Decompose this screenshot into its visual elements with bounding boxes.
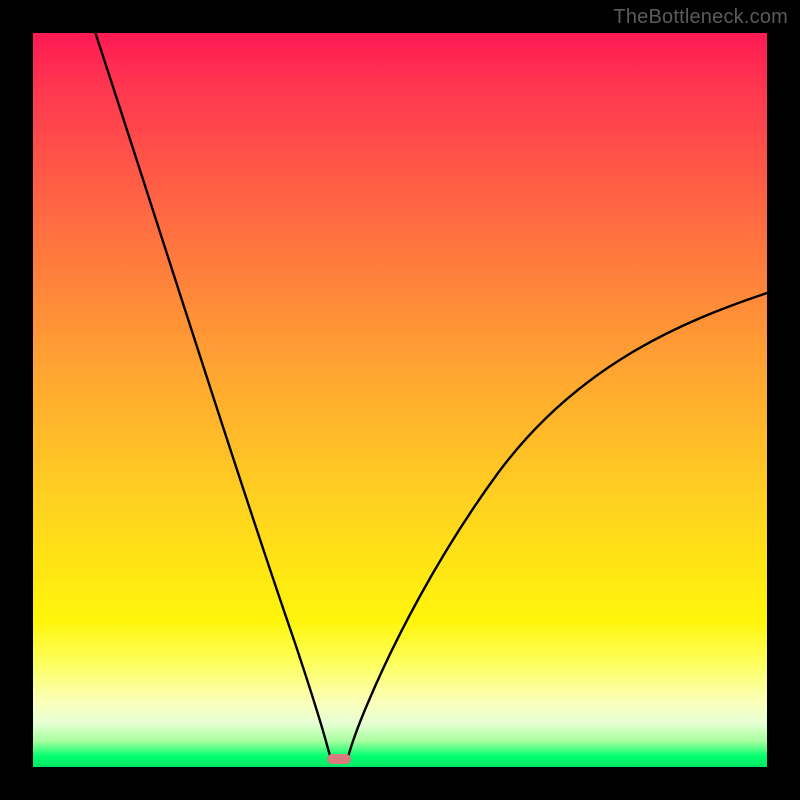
bottleneck-curve (33, 33, 767, 767)
watermark-text: TheBottleneck.com (613, 6, 788, 29)
curve-path (95, 33, 767, 762)
optimum-marker (327, 754, 351, 764)
chart-frame: TheBottleneck.com (0, 0, 800, 800)
plot-area (33, 33, 767, 767)
